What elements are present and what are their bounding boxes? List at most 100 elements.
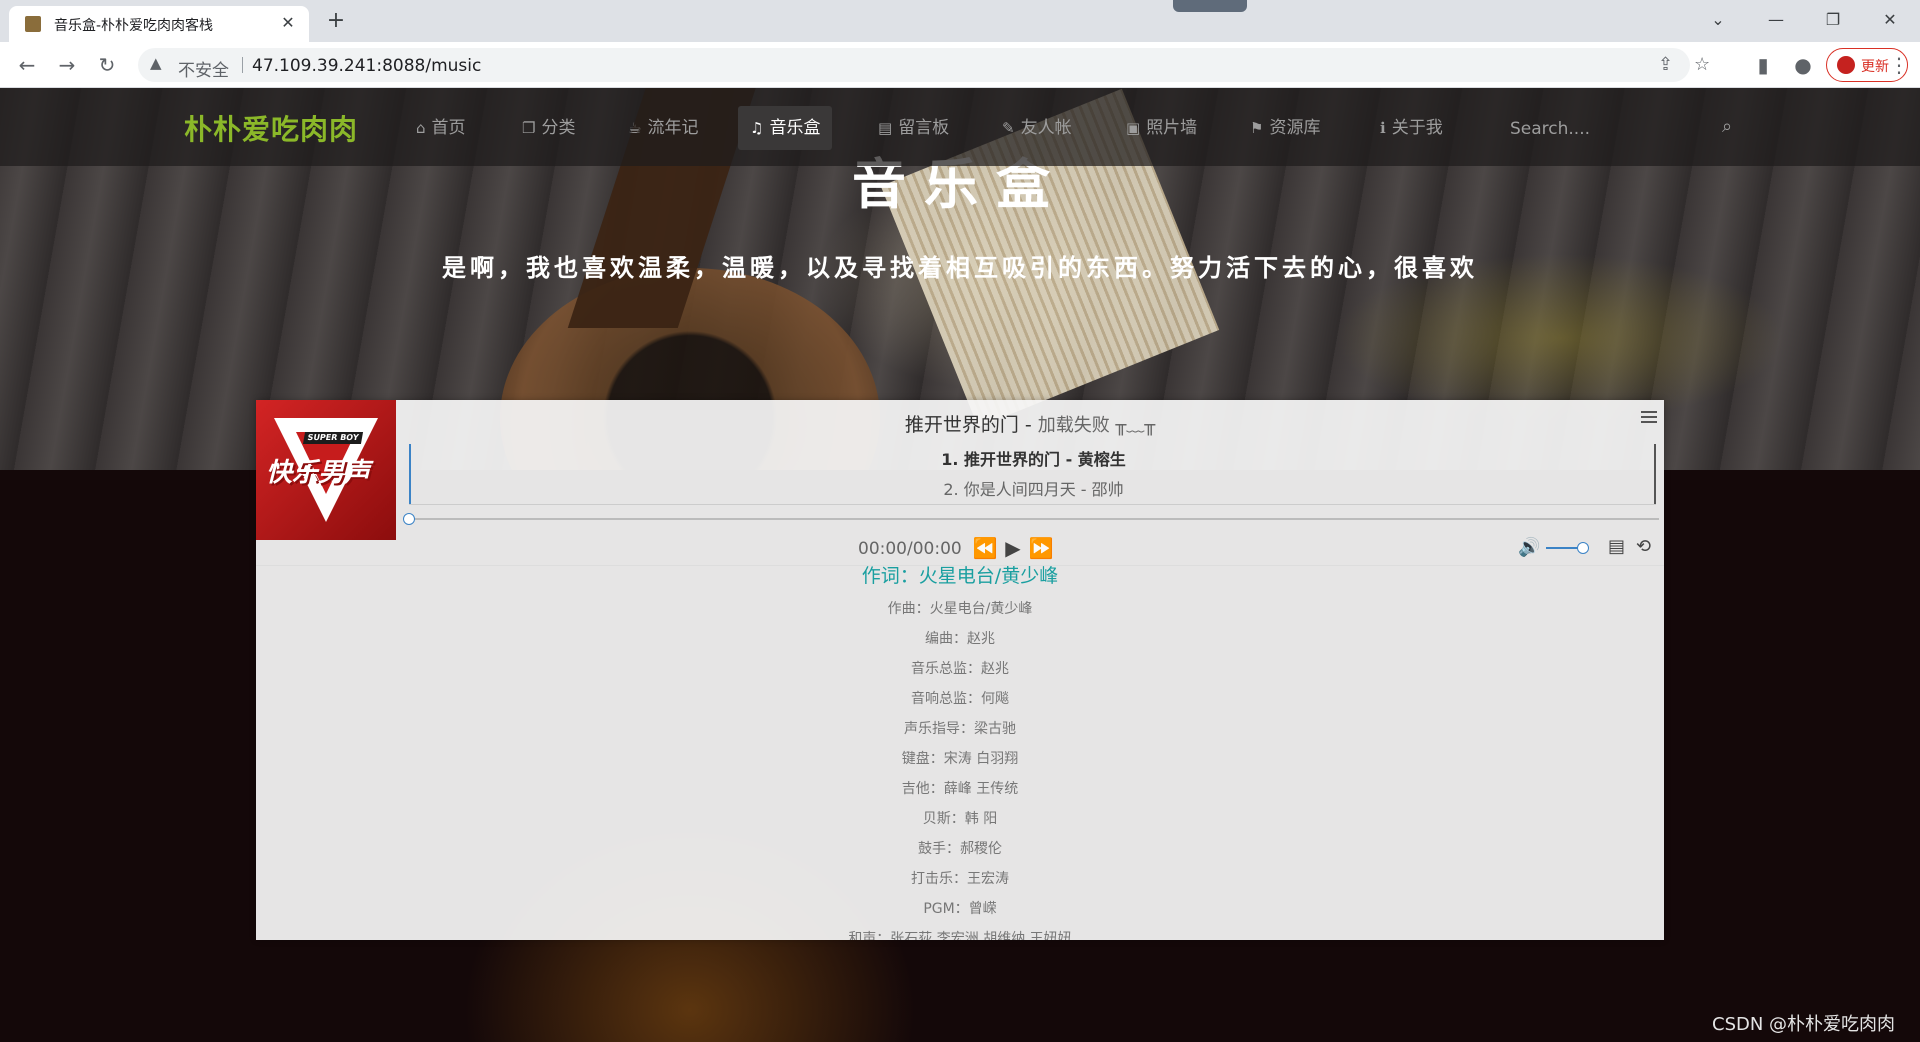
lyric-line: 编曲：赵兆 (925, 631, 995, 647)
progress-bar[interactable] (409, 518, 1659, 520)
next-track-icon[interactable]: ⏩ (1028, 535, 1054, 561)
omnibox[interactable]: ▲ 不安全 47.109.39.241:8088/music ⇪ ☆ (138, 48, 1710, 82)
playlist-divider (409, 504, 1656, 505)
share-icon[interactable]: ⇪ (1658, 54, 1673, 75)
volume-bar[interactable] (1546, 547, 1581, 549)
playlist-menu-icon[interactable] (1639, 408, 1659, 428)
csdn-watermark: CSDN @朴朴爱吃肉肉 (1712, 1014, 1896, 1035)
security-label[interactable]: 不安全 (178, 56, 229, 81)
nav-label: 流年记 (647, 118, 699, 138)
hero-subtitle: 是啊，我也喜欢温柔，温暖，以及寻找着相互吸引的东西。努力活下去的心，很喜欢 (442, 253, 1478, 282)
playlist: 1. 推开世界的门 - 黄榕生 2. 你是人间四月天 - 邵帅 (409, 444, 1656, 504)
time-display: 00:00/00:00 (858, 539, 962, 559)
song-name: 推开世界的门 (904, 414, 1019, 436)
previous-track-icon[interactable]: ⏪ (972, 535, 998, 561)
lyric-line: 声乐指导：梁古驰 (904, 721, 1016, 737)
lyric-line: 音乐总监：赵兆 (911, 661, 1009, 677)
nav-label: 友人帐 (1020, 118, 1072, 138)
album-cover[interactable]: SUPER BOY 快乐男声 (256, 400, 396, 540)
close-window-icon[interactable]: ✕ (1872, 6, 1908, 34)
back-icon[interactable]: ← (12, 50, 42, 80)
lyric-line: 贝斯：韩 阳 (922, 811, 998, 827)
lyric-line: PGM：曾嵘 (923, 901, 997, 917)
music-player: SUPER BOY 快乐男声 推开世界的门 - 加载失败 ╥﹏╥ 1. 推开世界… (256, 400, 1664, 940)
info-icon: ℹ (1380, 119, 1386, 137)
lyric-line: 鼓手：郝稷伦 (918, 841, 1002, 857)
lyric-line: 作曲：火星电台/黄少峰 (887, 601, 1033, 617)
reload-icon[interactable]: ↻ (92, 50, 122, 80)
restore-icon[interactable]: ❐ (1815, 6, 1851, 34)
site-navbar: 朴朴爱吃肉肉 ⌂ 首页 ❐ 分类 ☕ 流年记 ♫ 音乐盒 ▤ 留言板 ✎ 友人帐 ▣ 照片墙 … (0, 88, 1920, 166)
browser-tab-strip: 音乐盒-朴朴爱吃肉肉客栈 ✕ + ⌄ — ❐ ✕ (0, 0, 1920, 42)
playlist-item[interactable]: 2. 你是人间四月天 - 邵帅 (411, 476, 1656, 504)
nav-label: 资源库 (1269, 118, 1321, 138)
pencil-icon: ✎ (1002, 119, 1015, 137)
music-icon: ♫ (750, 119, 764, 137)
search-icon[interactable]: ⌕ (1722, 116, 1732, 137)
cover-badge: SUPER BOY (302, 432, 364, 444)
warning-icon: ▲ (150, 54, 162, 72)
tab-title: 音乐盒-朴朴爱吃肉肉客栈 (54, 18, 214, 34)
nav-label: 分类 (541, 118, 576, 138)
book-icon: ▤ (878, 119, 893, 137)
volume-handle[interactable] (1577, 542, 1589, 554)
copy-icon: ❐ (522, 119, 536, 137)
track-index: 2. (943, 480, 959, 499)
omnibox-divider (242, 57, 243, 73)
site-brand[interactable]: 朴朴爱吃肉肉 (184, 108, 358, 148)
load-error: 加载失败 ╥﹏╥ (1037, 415, 1156, 436)
lyric-line: 键盘：宋涛 白羽翔 (901, 751, 1019, 767)
cover-text: 快乐男声 (266, 458, 371, 488)
bookmark-star-icon[interactable]: ☆ (1694, 54, 1710, 75)
lyric-line: 和声：张石荻 李宏洲 胡维纳 王妞妞 (848, 931, 1072, 940)
lyrics-panel: 作词：火星电台/黄少峰 作曲：火星电台/黄少峰 编曲：赵兆 音乐总监：赵兆 音响… (256, 562, 1664, 940)
url-text[interactable]: 47.109.39.241:8088/music (252, 56, 481, 76)
site-search: ⌕ (1510, 114, 1750, 144)
playlist-item[interactable]: 1. 推开世界的门 - 黄榕生 (411, 446, 1656, 474)
more-menu-icon[interactable]: ⋮ (1884, 50, 1914, 80)
nav-item-resources[interactable]: ⚑ 资源库 (1238, 106, 1332, 150)
nav-label: 首页 (431, 118, 466, 138)
nav-label: 留言板 (898, 118, 950, 138)
favicon-icon (25, 16, 41, 32)
play-icon[interactable]: ▶ (1000, 535, 1026, 561)
player-controls: 00:00/00:00 ⏪ ▶ ⏩ 🔊 ▤ ⟲ (256, 530, 1664, 566)
tab-search-icon[interactable]: ⌄ (1700, 6, 1736, 34)
tab-search-thumbnail (1173, 0, 1247, 12)
lyric-line: 音响总监：何飚 (911, 691, 1009, 707)
lyric-line: 打击乐：王宏涛 (911, 871, 1009, 887)
loop-icon[interactable]: ⟲ (1636, 536, 1651, 557)
graduation-cap-icon: ⚑ (1250, 119, 1264, 137)
address-bar-row: ← → ↻ ▲ 不安全 47.109.39.241:8088/music ⇪ ☆… (0, 42, 1920, 88)
avatar (1837, 56, 1855, 74)
track-artist: 黄榕生 (1077, 450, 1126, 469)
nav-item-guestbook[interactable]: ▤ 留言板 (866, 106, 961, 150)
new-tab-button[interactable]: + (322, 8, 350, 36)
nav-item-friends[interactable]: ✎ 友人帐 (990, 106, 1084, 150)
page: 音乐盒 是啊，我也喜欢温柔，温暖，以及寻找着相互吸引的东西。努力活下去的心，很喜… (0, 88, 1920, 1042)
lyric-line: 吉他：薛峰 王传统 (901, 781, 1019, 797)
track-artist: 邵帅 (1091, 480, 1124, 499)
nav-label: 关于我 (1391, 118, 1443, 138)
minimize-icon[interactable]: — (1758, 6, 1794, 34)
side-panel-icon[interactable]: ▮ (1748, 50, 1778, 80)
track-title: 你是人间四月天 (963, 480, 1076, 499)
nav-item-about[interactable]: ℹ 关于我 (1368, 106, 1455, 150)
nav-item-home[interactable]: ⌂ 首页 (404, 106, 478, 150)
lyrics-toggle-icon[interactable]: ▤ (1608, 536, 1625, 557)
progress-handle[interactable] (403, 513, 415, 525)
forward-icon[interactable]: → (52, 50, 82, 80)
nav-item-photos[interactable]: ▣ 照片墙 (1114, 106, 1209, 150)
picture-icon: ▣ (1126, 119, 1141, 137)
close-tab-icon[interactable]: ✕ (277, 12, 299, 34)
search-input[interactable] (1510, 114, 1710, 144)
nav-item-category[interactable]: ❐ 分类 (510, 106, 587, 150)
browser-tab[interactable]: 音乐盒-朴朴爱吃肉肉客栈 ✕ (9, 6, 309, 42)
title-separator: - (1018, 414, 1038, 436)
volume-icon[interactable]: 🔊 (1518, 537, 1540, 558)
profile-icon[interactable]: ● (1788, 50, 1818, 80)
cup-icon: ☕ (628, 119, 642, 137)
nav-item-music[interactable]: ♫ 音乐盒 (738, 106, 833, 150)
track-index: 1. (941, 450, 959, 469)
nav-item-timeline[interactable]: ☕ 流年记 (616, 106, 710, 150)
